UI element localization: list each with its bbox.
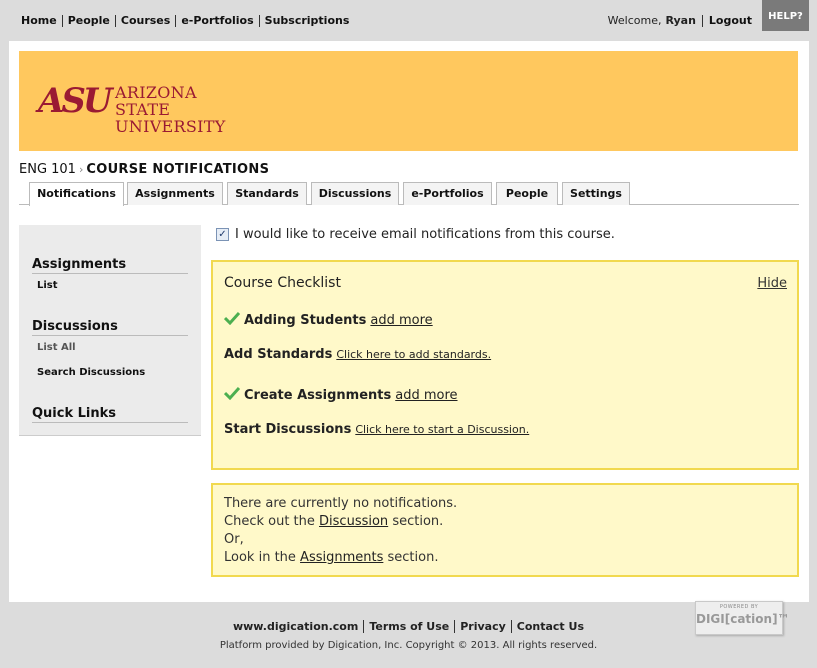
assignments-link[interactable]: Assignments	[300, 550, 383, 565]
asu-logo-line2: UNIVERSITY	[115, 117, 226, 136]
notifications-box: There are currently no notifications. Ch…	[211, 483, 799, 577]
logout-link[interactable]: Logout	[709, 15, 752, 27]
top-bar: Home People Courses e-Portfolios Subscri…	[0, 0, 817, 42]
nav-home-link[interactable]: Home	[16, 15, 62, 27]
asu-logo-text: ARIZONA STATE UNIVERSITY	[115, 84, 248, 135]
main-panel: ASU ARIZONA STATE UNIVERSITY ENG 101 › COU…	[9, 41, 809, 602]
add-assignments-link[interactable]: add more	[395, 388, 457, 403]
top-nav: Home People Courses e-Portfolios Subscri…	[16, 15, 354, 27]
notice-line: Look in the Assignments section.	[224, 549, 786, 567]
notice-text: section.	[392, 514, 444, 529]
nav-subscriptions-link[interactable]: Subscriptions	[258, 15, 355, 27]
sidebar-heading-discussions: Discussions	[32, 319, 188, 336]
welcome-label: Welcome,	[607, 14, 662, 27]
notice-line: There are currently no notifications.	[224, 496, 458, 511]
checklist-title: Course Checklist	[224, 275, 341, 291]
add-students-link[interactable]: add more	[370, 313, 432, 328]
checklist-item-label: Add Standards	[224, 347, 333, 362]
course-tabs: Notifications Assignments Standards Disc…	[19, 182, 799, 206]
sidebar-item-search-discussions[interactable]: Search Discussions	[37, 367, 145, 378]
tab-notifications[interactable]: Notifications	[29, 182, 124, 206]
help-button[interactable]: HELP?	[762, 0, 809, 31]
page-title: COURSE NOTIFICATIONS	[86, 162, 270, 177]
checklist-item-label: Adding Students	[244, 313, 367, 328]
breadcrumb-separator: ›	[78, 163, 84, 176]
breadcrumb: ENG 101 › COURSE NOTIFICATIONS	[19, 162, 269, 177]
checklist-item: Adding Students add more	[224, 310, 433, 328]
nav-eportfolios-link[interactable]: e-Portfolios	[175, 15, 258, 27]
digication-logo: DIGI[cation]™	[696, 612, 790, 626]
footer-link-terms[interactable]: Terms of Use	[363, 620, 455, 633]
checklist-hide-link[interactable]: Hide	[757, 276, 787, 291]
course-checklist: Course Checklist Hide Adding Students ad…	[211, 260, 799, 470]
sidebar: Assignments List Discussions List All Se…	[19, 225, 201, 436]
tab-settings[interactable]: Settings	[562, 182, 630, 205]
footer-link-digication[interactable]: www.digication.com	[228, 620, 363, 633]
email-optin-label: I would like to receive email notificati…	[235, 227, 615, 242]
checklist-item-label: Start Discussions	[224, 422, 352, 437]
checkmark-icon	[224, 386, 240, 400]
tab-standards[interactable]: Standards	[227, 182, 307, 205]
footer-link-contact[interactable]: Contact Us	[510, 620, 589, 633]
sidebar-heading-quick-links: Quick Links	[32, 406, 188, 423]
checkmark-icon	[224, 311, 240, 325]
notice-line: Check out the Discussion section.	[224, 513, 786, 531]
asu-logo-mark: ASU	[38, 81, 113, 121]
asu-logo-line1: ARIZONA STATE	[115, 83, 197, 119]
start-discussion-link[interactable]: Click here to start a Discussion.	[355, 423, 529, 436]
checklist-item: Start Discussions Click here to start a …	[224, 422, 529, 437]
sidebar-item-list[interactable]: List	[37, 280, 58, 291]
sidebar-heading-assignments: Assignments	[32, 257, 188, 274]
email-optin-checkbox[interactable]: ✓	[216, 228, 229, 241]
nav-courses-link[interactable]: Courses	[114, 15, 175, 27]
notice-line: Or,	[224, 532, 244, 547]
discussion-link[interactable]: Discussion	[319, 514, 388, 529]
checklist-item: Create Assignments add more	[224, 385, 458, 403]
tab-people[interactable]: People	[496, 182, 558, 205]
welcome-area: Welcome, Ryan Logout	[608, 15, 752, 27]
powered-by-label: POWERED BY	[719, 604, 759, 610]
breadcrumb-course[interactable]: ENG 101	[19, 162, 76, 177]
footer-copyright: Platform provided by Digication, Inc. Co…	[219, 640, 598, 651]
tab-assignments[interactable]: Assignments	[127, 182, 223, 205]
email-optin: ✓ I would like to receive email notifica…	[216, 227, 615, 242]
asu-logo: ASU ARIZONA STATE UNIVERSITY	[38, 81, 248, 135]
footer-link-privacy[interactable]: Privacy	[454, 620, 511, 633]
course-banner: ASU ARIZONA STATE UNIVERSITY	[19, 51, 798, 151]
notice-text: section.	[387, 550, 439, 565]
user-name[interactable]: Ryan	[666, 15, 703, 27]
sidebar-item-list-all[interactable]: List All	[37, 342, 76, 353]
powered-by-badge[interactable]: POWERED BY DIGI[cation]™	[695, 601, 790, 635]
notice-text: Look in the	[224, 550, 296, 565]
notice-text: Check out the	[224, 514, 315, 529]
tab-eportfolios[interactable]: e-Portfolios	[403, 182, 492, 205]
add-standards-link[interactable]: Click here to add standards.	[336, 348, 491, 361]
checklist-item: Add Standards Click here to add standard…	[224, 347, 491, 362]
checklist-item-label: Create Assignments	[244, 388, 392, 403]
tab-discussions[interactable]: Discussions	[311, 182, 399, 205]
nav-people-link[interactable]: People	[61, 15, 115, 27]
